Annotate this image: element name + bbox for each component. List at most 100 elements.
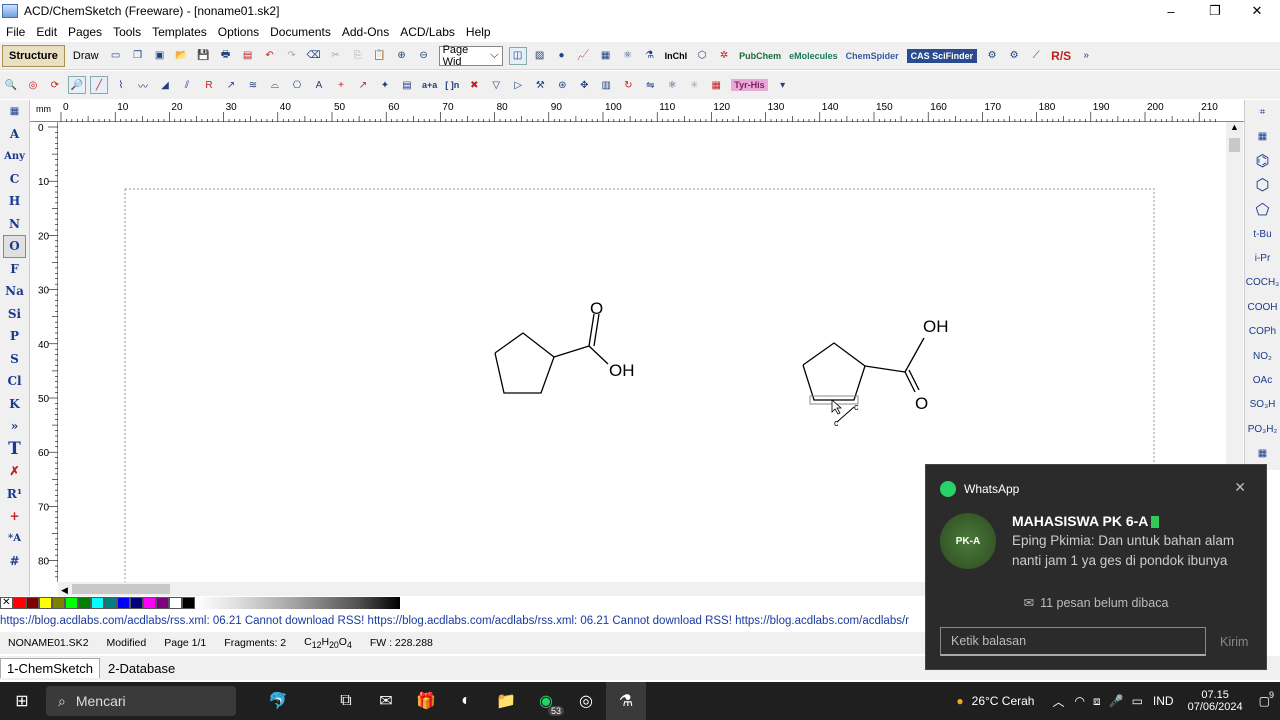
reaction-arrow-icon[interactable]: ↗ [354,76,372,94]
calc-icon[interactable]: ▦ [707,76,725,94]
move-icon[interactable]: ✥ [575,76,593,94]
file-explorer-icon[interactable]: 📁 [486,682,526,720]
save-icon[interactable]: 💾 [195,47,213,65]
tray-chevron-icon[interactable]: ︿ [1052,693,1064,710]
toolbar-more-icon[interactable]: ▾ [774,76,792,94]
db-icon[interactable]: ⚙ [1005,47,1023,65]
delete-atom-icon[interactable]: ✗ [0,460,29,483]
menu-tools[interactable]: Tools [113,25,141,39]
chain-icon[interactable]: ⌇ [112,76,130,94]
atom-cl[interactable]: Cl [0,370,29,393]
menu-options[interactable]: Options [218,25,259,39]
zoom-out-icon[interactable]: ⊖ [415,47,433,65]
network-icon[interactable]: ⧈ [1093,694,1101,709]
whatsapp-taskbar-icon[interactable]: ◉ 53 [526,682,566,720]
color-swatch[interactable] [181,597,195,609]
color-swatch[interactable] [64,597,78,609]
text-icon[interactable]: T [0,438,29,461]
clear-icon[interactable]: ⌫ [305,47,323,65]
hexagon-icon[interactable]: ⬡ [693,47,711,65]
scroll-left-icon[interactable]: ◀ [61,585,68,595]
color-swatch[interactable] [51,597,65,609]
arrow-line-icon[interactable]: ↗ [222,76,240,94]
reaction-icon[interactable]: ⚙ [983,47,1001,65]
mic-icon[interactable]: 🎤 [1109,694,1124,708]
group-coph[interactable]: COPh [1245,320,1280,344]
minimize-button[interactable]: – [1148,0,1194,22]
vertical-scroll-thumb[interactable] [1229,138,1240,152]
zoom-in-icon[interactable]: ⊕ [393,47,411,65]
rotate-3d-icon[interactable]: ⊛ [553,76,571,94]
hydrogen-icon[interactable]: ⚛ [663,76,681,94]
atom-na[interactable]: Na [0,280,29,303]
select-icon[interactable]: 🔍 [2,76,20,94]
atom-o[interactable]: O [3,235,26,258]
molecule-2[interactable] [802,337,925,423]
clock[interactable]: 07.15 07/06/2024 [1188,689,1243,713]
color-swatch[interactable] [129,597,143,609]
task-view-icon[interactable]: ⧉ [326,682,366,720]
image-icon[interactable]: ▨ [531,47,549,65]
notification-center-icon[interactable]: ▢ 9 [1259,690,1274,708]
draw-bond-icon[interactable]: ╱ [90,76,108,94]
pubchem-button[interactable]: PubChem [739,51,781,61]
delete-bond-icon[interactable]: ✖ [465,76,483,94]
menu-pages[interactable]: Pages [68,25,102,39]
atom-f[interactable]: F [0,258,29,281]
pages-icon[interactable]: ❐ [129,47,147,65]
charge-icon[interactable]: + [0,505,29,528]
atom-mapping-button[interactable]: a+a [422,80,437,90]
disabled-tool-icon[interactable]: ✳ [685,76,703,94]
radical-icon[interactable]: *A [0,528,29,551]
r-group-atom-icon[interactable]: R¹ [0,483,29,506]
group-icon[interactable]: ▥ [597,76,615,94]
taskbar-search[interactable]: ⌕ Mencari [46,686,236,716]
name-icon[interactable]: ⚗ [641,47,659,65]
cyclopentane-template-icon[interactable]: ⬠ [1245,198,1280,222]
mail-icon[interactable]: ✉ [366,682,406,720]
color-swatch[interactable] [12,597,26,609]
zoom-select[interactable]: Page Wid ⌵ [438,44,503,68]
print-icon[interactable]: 🖶 [217,47,235,65]
color-swatch[interactable] [168,597,182,609]
wavy-icon[interactable]: ≋ [244,76,262,94]
atom-c[interactable]: C [0,168,29,191]
scroll-up-icon[interactable]: ▲ [1226,122,1243,132]
chrome-icon[interactable]: ◎ [566,682,606,720]
magnify-icon[interactable]: 🔎 [68,76,86,94]
weather-text[interactable]: 26°C Cerah [972,694,1035,708]
emolecules-button[interactable]: eMolecules [789,51,838,61]
more-atoms-icon[interactable]: » [0,415,29,438]
menu-file[interactable]: File [6,25,25,39]
table-atom-icon[interactable]: ▦ [0,100,29,123]
atom-any[interactable]: Any [0,145,29,168]
paste-icon[interactable]: 📋 [371,47,389,65]
copy-icon[interactable]: ⎘ [349,47,367,65]
bracket-icon[interactable]: ▤ [398,76,416,94]
atom-n[interactable]: N [0,213,29,236]
group-coch3[interactable]: COCH₃ [1245,271,1280,295]
no-color-icon[interactable]: ✕ [0,597,13,609]
pdf-icon[interactable]: ▤ [239,47,257,65]
clean-icon[interactable]: ⇋ [641,76,659,94]
rss-ticker[interactable]: https://blog.acdlabs.com/acdlabs/rss.xml… [0,615,926,631]
edge-icon[interactable]: ◐ [446,682,486,720]
color-swatch[interactable] [103,597,117,609]
atom-a[interactable]: A [0,123,29,146]
group-t-bu[interactable]: t-Bu [1245,222,1280,246]
draw-mode-button[interactable]: Draw [67,45,105,67]
more-icon[interactable]: » [1077,47,1095,65]
color-swatch[interactable] [77,597,91,609]
menu-acdlabs[interactable]: ACD/Labs [400,25,455,39]
color-swatch[interactable] [38,597,52,609]
atom-s[interactable]: S [0,348,29,371]
redo-icon[interactable]: ↷ [283,47,301,65]
color-swatch[interactable] [25,597,39,609]
wifi-icon[interactable]: ◠ [1075,694,1085,708]
battery-icon[interactable]: ▭ [1132,694,1143,708]
rotate-icon[interactable]: ⟳ [46,76,64,94]
color-swatch[interactable] [116,597,130,609]
table-icon[interactable]: ▦ [597,47,615,65]
menu-help[interactable]: Help [466,25,491,39]
color-swatch[interactable] [142,597,156,609]
